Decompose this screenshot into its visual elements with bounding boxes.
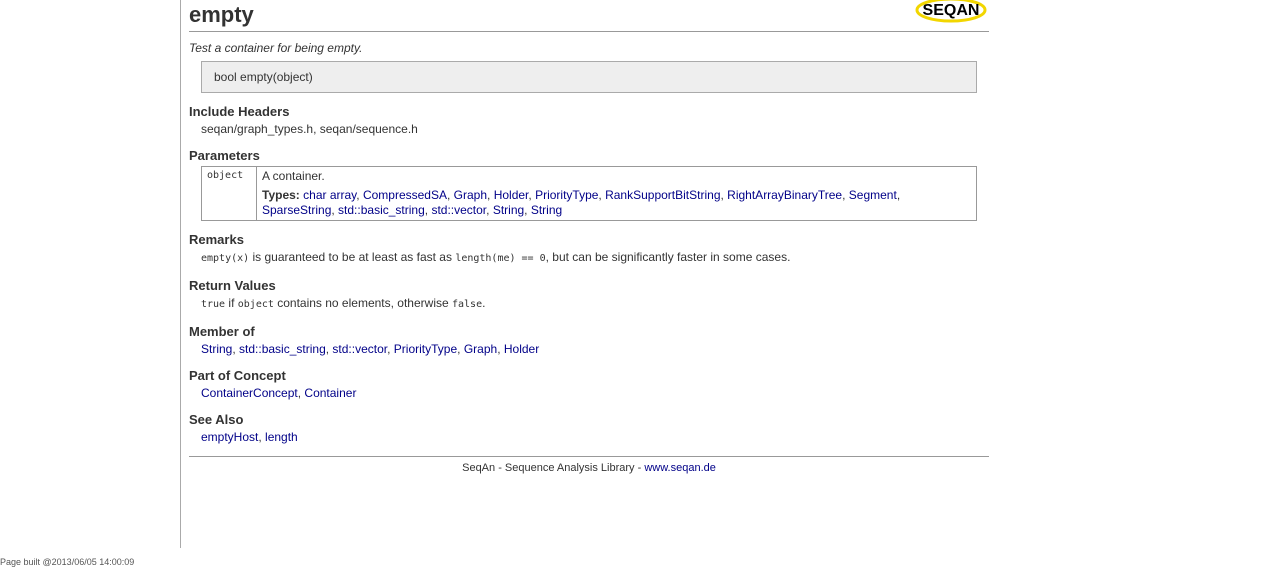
remarks-title: Remarks bbox=[189, 232, 244, 247]
parameters-title: Parameters bbox=[189, 148, 260, 163]
link-separator: , bbox=[457, 342, 464, 356]
parameter-types: Types: char array, CompressedSA, Graph, … bbox=[262, 188, 971, 218]
footer-text: SeqAn - Sequence Analysis Library - bbox=[462, 462, 645, 474]
parameters-table: object A container. Types: char array, C… bbox=[201, 166, 977, 221]
type-link[interactable]: PriorityType bbox=[535, 188, 598, 202]
link-separator: , bbox=[524, 203, 531, 217]
link-separator: , bbox=[896, 188, 901, 202]
parameter-row: object A container. Types: char array, C… bbox=[201, 166, 977, 221]
remarks-text-2: , but can be significantly faster in som… bbox=[545, 250, 791, 264]
member-of-link[interactable]: Holder bbox=[504, 342, 539, 356]
concept-link[interactable]: Container bbox=[304, 386, 356, 400]
type-link[interactable]: SparseString bbox=[262, 203, 331, 217]
concept-link[interactable]: ContainerConcept bbox=[201, 386, 298, 400]
type-link[interactable]: char array bbox=[303, 188, 356, 202]
return-code-1: true bbox=[201, 299, 226, 310]
type-link[interactable]: Graph bbox=[454, 188, 487, 202]
doc-page: empty SEQAN Test a container for being e… bbox=[189, 0, 989, 474]
return-text-1: if bbox=[225, 296, 238, 310]
link-separator: , bbox=[497, 342, 504, 356]
parameter-name: object bbox=[201, 166, 257, 221]
summary: Test a container for being empty. bbox=[189, 41, 363, 55]
remarks-code-2: length(me) == 0 bbox=[455, 253, 546, 264]
member-of-link[interactable]: std::vector bbox=[332, 342, 387, 356]
link-separator: , bbox=[842, 188, 849, 202]
parameter-description-cell: A container. Types: char array, Compress… bbox=[256, 166, 977, 221]
return-text-3: . bbox=[482, 296, 486, 310]
return-code-3: false bbox=[452, 299, 483, 310]
type-link[interactable]: Holder bbox=[494, 188, 529, 202]
link-separator: , bbox=[487, 188, 494, 202]
types-list: char array, CompressedSA, Graph, Holder,… bbox=[262, 188, 900, 217]
see-also-link[interactable]: emptyHost bbox=[201, 430, 258, 444]
type-link[interactable]: std::vector bbox=[431, 203, 486, 217]
build-info: Page built @2013/06/05 14:00:09 bbox=[0, 557, 135, 567]
link-separator: , bbox=[447, 188, 454, 202]
page-header: empty SEQAN bbox=[189, 0, 989, 32]
remarks-text-1: is guaranteed to be at least as fast as bbox=[249, 250, 456, 264]
member-of-link[interactable]: PriorityType bbox=[394, 342, 457, 356]
return-text-2: contains no elements, otherwise bbox=[273, 296, 452, 310]
sidebar-divider bbox=[180, 0, 181, 548]
return-code-2: object bbox=[237, 299, 274, 310]
return-values-title: Return Values bbox=[189, 278, 276, 293]
type-link[interactable]: String bbox=[531, 203, 562, 217]
type-link[interactable]: CompressedSA bbox=[363, 188, 447, 202]
remarks-body: empty(x) is guaranteed to be at least as… bbox=[201, 249, 989, 267]
link-separator: , bbox=[486, 203, 493, 217]
type-link[interactable]: RightArrayBinaryTree bbox=[727, 188, 842, 202]
parameter-description: A container. bbox=[262, 169, 325, 183]
see-also-title: See Also bbox=[189, 412, 244, 427]
page-title: empty bbox=[189, 2, 254, 27]
member-of-title: Member of bbox=[189, 324, 255, 339]
link-separator: , bbox=[356, 188, 363, 202]
footer-divider bbox=[189, 456, 989, 457]
see-also-links: emptyHost, length bbox=[201, 429, 989, 445]
member-of-link[interactable]: Graph bbox=[464, 342, 497, 356]
link-separator: , bbox=[387, 342, 394, 356]
type-link[interactable]: String bbox=[493, 203, 524, 217]
member-of-link[interactable]: String bbox=[201, 342, 232, 356]
footer-website-link[interactable]: www.seqan.de bbox=[644, 462, 716, 474]
type-link[interactable]: std::basic_string bbox=[338, 203, 425, 217]
include-headers-value: seqan/graph_types.h, seqan/sequence.h bbox=[201, 122, 418, 136]
see-also-link[interactable]: length bbox=[265, 430, 298, 444]
function-signature: bool empty(object) bbox=[201, 61, 977, 93]
logo-text: SEQAN bbox=[923, 2, 980, 19]
member-of-links: String, std::basic_string, std::vector, … bbox=[201, 341, 989, 357]
seqan-logo[interactable]: SEQAN bbox=[915, 0, 987, 24]
types-label: Types: bbox=[262, 188, 300, 202]
type-link[interactable]: RankSupportBitString bbox=[605, 188, 720, 202]
footer: SeqAn - Sequence Analysis Library - www.… bbox=[189, 462, 989, 474]
member-of-link[interactable]: std::basic_string bbox=[239, 342, 326, 356]
part-of-concept-title: Part of Concept bbox=[189, 368, 286, 383]
type-link[interactable]: Segment bbox=[849, 188, 897, 202]
return-values-body: true if object contains no elements, oth… bbox=[201, 295, 989, 313]
part-of-concept-links: ContainerConcept, Container bbox=[201, 385, 989, 401]
include-headers-title: Include Headers bbox=[189, 104, 290, 119]
remarks-code-1: empty(x) bbox=[201, 253, 250, 264]
